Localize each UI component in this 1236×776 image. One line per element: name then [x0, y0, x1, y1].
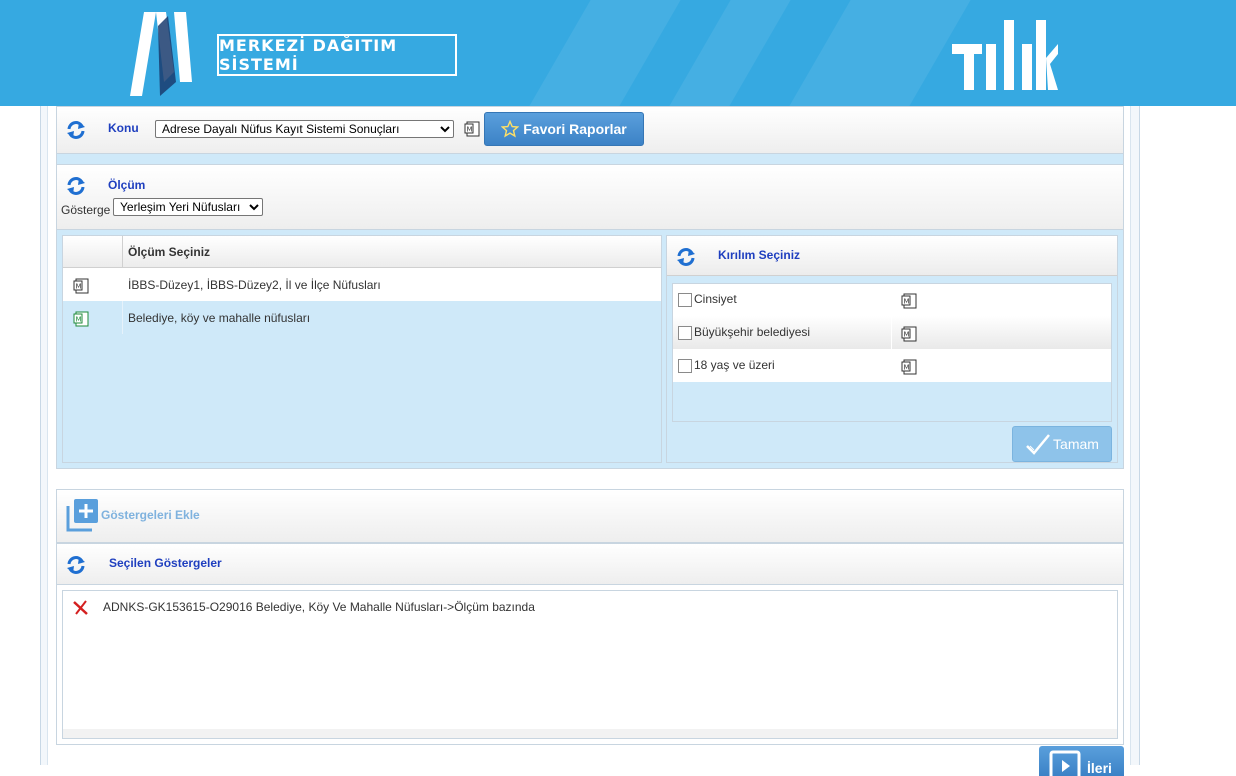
olcum-grid-header-divider — [122, 236, 123, 268]
konu-refresh-icon[interactable] — [65, 119, 87, 141]
secilen-refresh-icon[interactable] — [65, 554, 87, 576]
kirilim-title: Kırılım Seçiniz — [718, 248, 801, 262]
kirilim-checkbox-buyuksehir[interactable] — [678, 326, 692, 340]
star-icon — [501, 120, 520, 138]
olcum-refresh-icon[interactable] — [65, 175, 87, 197]
svg-text:M: M — [76, 316, 82, 324]
tamam-button-label: Tamam — [1053, 436, 1099, 452]
page-frame-left — [40, 106, 48, 765]
system-title: MERKEZİ DAĞITIM SİSTEMİ — [217, 34, 457, 76]
kirilim-buyuksehir-excel-icon[interactable]: M — [901, 326, 917, 342]
kirilim-column-divider — [891, 316, 892, 349]
olcum-title: Ölçüm — [108, 178, 146, 192]
mds-logo — [130, 12, 192, 96]
gosterge-label: Gösterge — [61, 203, 111, 217]
svg-text:M: M — [904, 364, 910, 372]
gosterge-select[interactable]: Yerleşim Yeri Nüfusları — [113, 198, 263, 216]
section-separator — [56, 154, 1124, 164]
olcum-row-1-label: İBBS-Düzey1, İBBS-Düzey2, İl ve İlçe Nüf… — [128, 278, 381, 292]
konu-excel-icon[interactable]: M — [464, 121, 480, 137]
remove-icon[interactable] — [72, 600, 90, 616]
svg-text:M: M — [76, 283, 82, 291]
page-frame-right — [1130, 106, 1140, 765]
kirilim-item-cinsiyet-label: Cinsiyet — [694, 292, 737, 306]
kirilim-cinsiyet-excel-icon[interactable]: M — [901, 293, 917, 309]
olcum-column-header: Ölçüm Seçiniz — [128, 245, 211, 259]
konu-select[interactable]: Adrese Dayalı Nüfus Kayıt Sistemi Sonuçl… — [155, 120, 454, 138]
olcum-row-2-excel-icon[interactable]: M — [73, 311, 89, 327]
svg-text:M: M — [467, 126, 473, 134]
next-button[interactable]: İleri — [1039, 746, 1124, 776]
add-indicator-icon[interactable] — [66, 498, 100, 532]
kirilim-refresh-icon[interactable] — [675, 246, 697, 268]
kirilim-item-cinsiyet[interactable] — [673, 284, 1111, 316]
tamam-button[interactable]: Tamam — [1012, 426, 1112, 462]
gosterge-ekle-panel — [56, 489, 1124, 543]
olcum-row-2-label: Belediye, köy ve mahalle nüfusları — [128, 311, 311, 325]
kirilim-item-buyuksehir-label: Büyükşehir belediyesi — [694, 325, 811, 339]
kirilim-checkbox-cinsiyet[interactable] — [678, 293, 692, 307]
next-button-label: İleri — [1087, 760, 1112, 776]
checkmark-icon — [1026, 434, 1051, 455]
kirilim-item-18yas-label: 18 yaş ve üzeri — [694, 358, 775, 372]
svg-text:M: M — [904, 298, 910, 306]
olcum-row-1-excel-icon[interactable]: M — [73, 278, 89, 294]
olcum-row-divider — [122, 301, 123, 334]
gosterge-ekle-label[interactable]: Göstergeleri Ekle — [101, 508, 200, 522]
kirilim-checkbox-18yas[interactable] — [678, 359, 692, 373]
header-banner: MERKEZİ DAĞITIM SİSTEMİ — [0, 0, 1236, 106]
secilen-gostergeler-scrollbar[interactable] — [62, 729, 1118, 739]
kirilim-18yas-excel-icon[interactable]: M — [901, 359, 917, 375]
secilen-gostergeler-title: Seçilen Göstergeler — [109, 556, 222, 570]
olcum-panel — [56, 164, 1124, 230]
favorites-button-label: Favori Raporlar — [523, 121, 627, 137]
selected-indicator-item: ADNKS-GK153615-O29016 Belediye, Köy Ve M… — [103, 600, 535, 614]
svg-text:M: M — [904, 331, 910, 339]
next-icon — [1049, 750, 1081, 776]
tuik-logo — [952, 20, 1058, 90]
favorites-button[interactable]: Favori Raporlar — [484, 112, 644, 146]
konu-label: Konu — [108, 121, 139, 135]
